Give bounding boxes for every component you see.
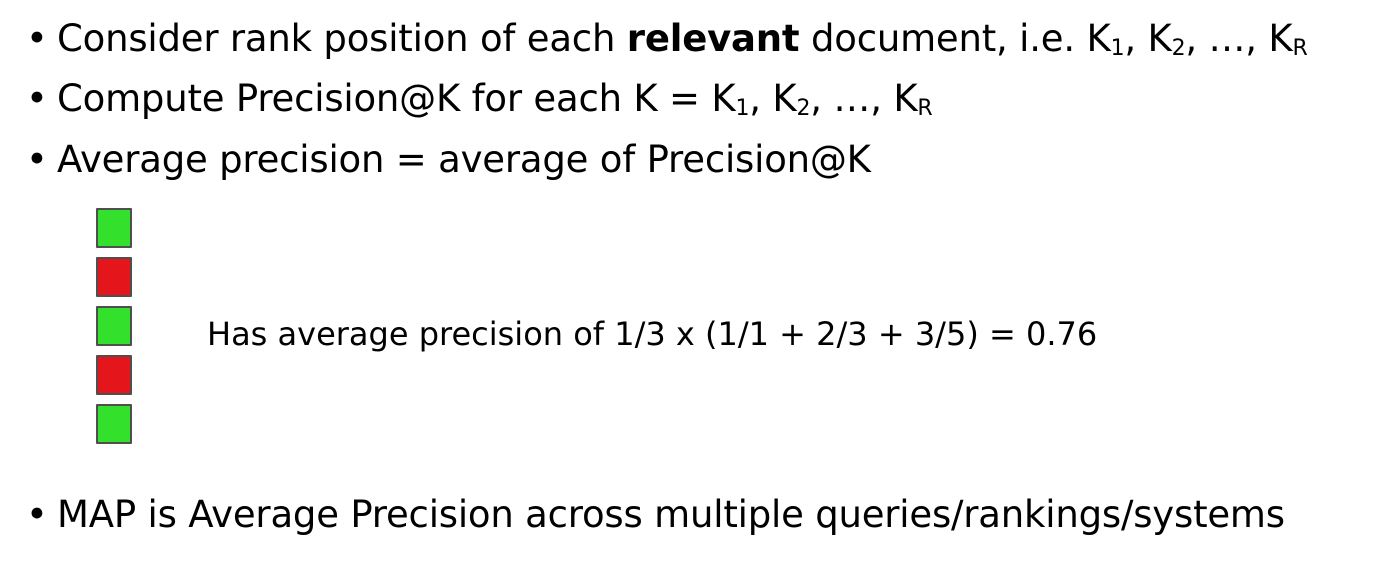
bullet-bold-text: relevant (626, 17, 800, 60)
bullet-text: , K (749, 77, 797, 120)
bullet-text: , …, K (810, 77, 918, 120)
bullet-marker: • (26, 77, 48, 120)
bullet-rank-positions: • Consider rank position of each relevant… (26, 17, 1308, 61)
bullet-text: , K (1124, 17, 1172, 60)
nonrelevant-doc-box (96, 355, 132, 395)
subscript: R (1292, 36, 1308, 61)
average-precision-caption: Has average precision of 1/3 x (1/1 + 2/… (207, 315, 1098, 353)
subscript: 2 (796, 96, 811, 121)
bullet-average-precision: • Average precision = average of Precisio… (26, 138, 871, 182)
bullet-compute-precision: • Compute Precision@K for each K = K1, K2… (26, 77, 933, 121)
relevant-doc-box (96, 208, 132, 248)
subscript: 1 (735, 96, 750, 121)
bullet-text: , …, K (1185, 17, 1293, 60)
bullet-marker: • (26, 138, 48, 181)
nonrelevant-doc-box (96, 257, 132, 297)
bullet-text: MAP is Average Precision across multiple… (57, 493, 1285, 536)
bullet-marker: • (26, 17, 48, 60)
bullet-text: document, i.e. K (799, 17, 1111, 60)
subscript: 2 (1171, 36, 1186, 61)
relevant-doc-box (96, 306, 132, 346)
bullet-marker: • (26, 493, 48, 536)
ranking-boxes (96, 208, 136, 453)
bullet-text: Compute Precision@K for each K = K (57, 77, 736, 120)
subscript: 1 (1110, 36, 1125, 61)
bullet-text: Average precision = average of Precision… (57, 138, 871, 181)
subscript: R (917, 96, 933, 121)
relevant-doc-box (96, 404, 132, 444)
bullet-text: Consider rank position of each (57, 17, 627, 60)
bullet-map-definition: • MAP is Average Precision across multipl… (26, 493, 1285, 537)
